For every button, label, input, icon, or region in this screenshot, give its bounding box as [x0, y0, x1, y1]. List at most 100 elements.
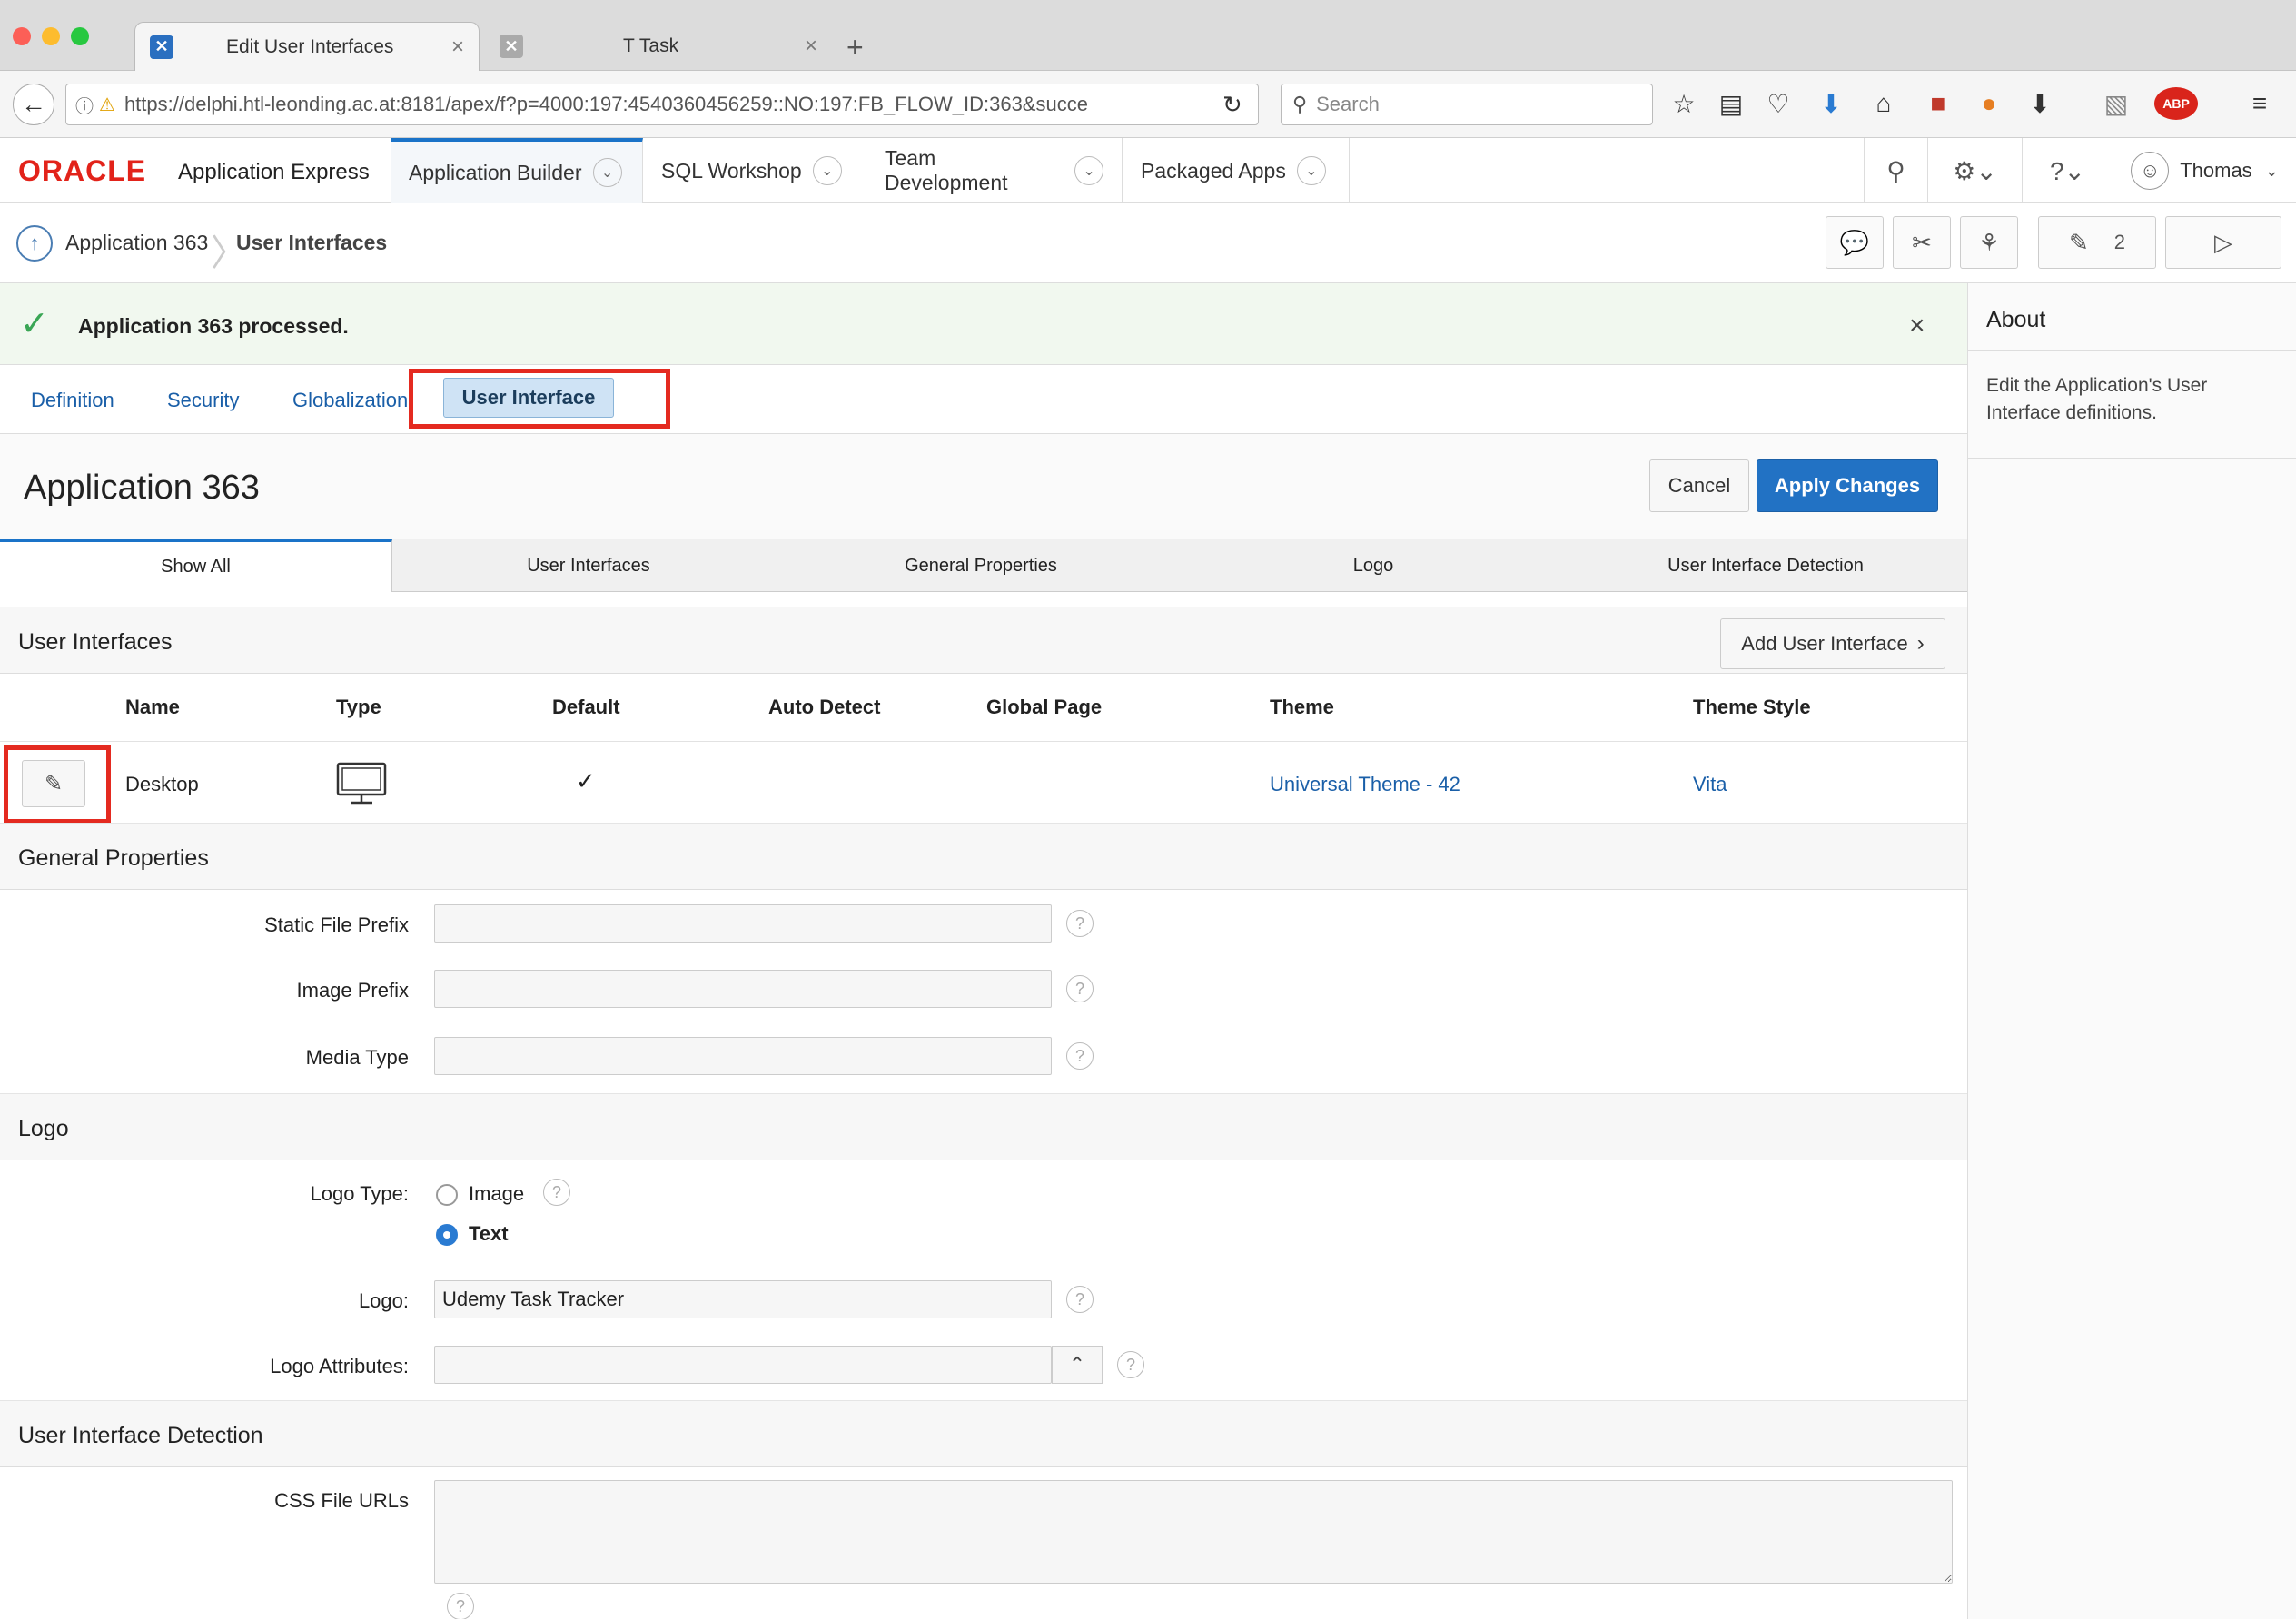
search-icon: ⚲: [1292, 93, 1308, 115]
minimize-window-button[interactable]: [42, 27, 60, 45]
tab-logo[interactable]: Logo: [1177, 539, 1569, 592]
edit-page-button[interactable]: ✎ 2: [2038, 216, 2156, 269]
column-header[interactable]: Theme Style: [1693, 696, 1811, 719]
oracle-logo[interactable]: ORACLE: [18, 154, 146, 188]
close-tab-icon[interactable]: ×: [805, 34, 817, 59]
help-icon[interactable]: ?⌄: [2022, 138, 2113, 203]
tab-show-all[interactable]: Show All: [0, 539, 392, 592]
help-icon[interactable]: ?: [1066, 910, 1094, 937]
edit-row-button[interactable]: ✎: [22, 760, 85, 807]
search-icon[interactable]: ⚲: [1864, 138, 1927, 203]
screenshot-extension-icon[interactable]: ▧: [2100, 87, 2133, 120]
help-icon[interactable]: ?: [1066, 1286, 1094, 1313]
browser-tab-t-task[interactable]: ✕ T Task ×: [490, 22, 826, 71]
static-file-prefix-input[interactable]: [434, 904, 1052, 943]
logo-attributes-input[interactable]: [434, 1346, 1052, 1384]
theme-link[interactable]: Universal Theme - 42: [1270, 773, 1460, 796]
color-extension-icon[interactable]: ●: [1973, 87, 2005, 120]
radio-text[interactable]: [436, 1224, 458, 1246]
chevron-down-icon[interactable]: ⌄: [812, 156, 842, 185]
help-icon[interactable]: ?: [447, 1593, 474, 1619]
column-header[interactable]: Theme: [1270, 696, 1334, 719]
logo-input[interactable]: [434, 1280, 1052, 1318]
zoom-window-button[interactable]: [71, 27, 89, 45]
run-page-button[interactable]: ▷: [2165, 216, 2281, 269]
expand-textarea-button[interactable]: ⌃: [1052, 1346, 1103, 1384]
css-file-urls-textarea[interactable]: [434, 1480, 1953, 1584]
general-properties-form: Static File Prefix ? Image Prefix ? Medi…: [0, 890, 1967, 1093]
radio-image-label[interactable]: Image: [469, 1182, 524, 1206]
reading-list-icon[interactable]: ▤: [1715, 87, 1747, 120]
user-menu[interactable]: ☺ Thomas ⌄: [2113, 138, 2296, 203]
hamburger-menu-icon[interactable]: ≡: [2243, 87, 2276, 120]
admin-icon[interactable]: ⚙⌄: [1927, 138, 2022, 203]
radio-text-label[interactable]: Text: [469, 1222, 509, 1246]
tab-label: SQL Workshop: [661, 158, 802, 183]
add-user-interface-button[interactable]: Add User Interface ›: [1720, 618, 1945, 669]
close-tab-icon[interactable]: ×: [451, 35, 464, 60]
utilities-button[interactable]: ✂: [1893, 216, 1951, 269]
tab-title: Edit User Interfaces: [226, 35, 394, 57]
feedback-button[interactable]: 💬: [1826, 216, 1884, 269]
column-header[interactable]: Global Page: [986, 696, 1102, 719]
close-window-button[interactable]: [13, 27, 31, 45]
arrow-up-icon[interactable]: ↑: [16, 225, 53, 262]
browser-search-input[interactable]: ⚲ Search: [1281, 84, 1653, 125]
tab-packaged-apps[interactable]: Packaged Apps ⌄: [1123, 138, 1350, 203]
image-prefix-input[interactable]: [434, 970, 1052, 1008]
breadcrumb-parent[interactable]: Application 363: [65, 231, 208, 255]
help-icon[interactable]: ?: [1066, 1042, 1094, 1070]
bookmark-star-icon[interactable]: ☆: [1668, 87, 1700, 120]
css-file-urls-label: CSS File URLs: [274, 1489, 409, 1512]
extension-icon[interactable]: ■: [1922, 87, 1955, 120]
search-placeholder: Search: [1316, 93, 1380, 115]
browser-tab-edit-user-interfaces[interactable]: ✕ Edit User Interfaces ×: [134, 22, 480, 71]
chevron-down-icon[interactable]: ⌄: [1296, 156, 1326, 185]
tab-application-builder[interactable]: Application Builder ⌄: [391, 138, 643, 203]
tab-general-properties[interactable]: General Properties: [785, 539, 1177, 592]
product-name[interactable]: Application Express: [178, 160, 370, 185]
tab-label: Team Development: [885, 146, 1008, 194]
column-header[interactable]: Type: [336, 696, 381, 719]
adblock-icon[interactable]: ABP: [2154, 87, 2198, 120]
shared-components-button[interactable]: ⚘: [1960, 216, 2018, 269]
subtab-definition[interactable]: Definition: [31, 389, 114, 412]
info-icon[interactable]: ⓘ: [75, 92, 94, 118]
tab-title: T Task: [623, 35, 679, 56]
subtab-globalization[interactable]: Globalization: [292, 389, 408, 412]
subtab-user-interface[interactable]: User Interface: [443, 378, 614, 418]
home-icon[interactable]: ⌂: [1867, 87, 1900, 120]
help-icon[interactable]: ?: [1066, 975, 1094, 1002]
new-tab-icon[interactable]: +: [846, 31, 864, 64]
cancel-button[interactable]: Cancel: [1649, 459, 1749, 512]
pocket-icon[interactable]: ♡: [1762, 87, 1795, 120]
tab-user-interface-detection[interactable]: User Interface Detection: [1569, 539, 1962, 592]
edit-icon: ✎: [2068, 228, 2089, 256]
chevron-down-icon[interactable]: ⌄: [592, 158, 622, 187]
url-bar[interactable]: ⓘ ⚠ https://delphi.htl-leonding.ac.at:81…: [65, 84, 1259, 125]
radio-image[interactable]: [436, 1184, 458, 1206]
pencil-icon: ✎: [44, 771, 64, 796]
tab-user-interfaces[interactable]: User Interfaces: [392, 539, 785, 592]
reload-icon[interactable]: ↻: [1222, 91, 1242, 119]
chevron-down-icon[interactable]: ⌄: [1074, 156, 1103, 185]
tab-sql-workshop[interactable]: SQL Workshop ⌄: [643, 138, 866, 203]
tab-team-development[interactable]: Team Development ⌄: [866, 138, 1123, 203]
about-sidebar: About Edit the Application's User Interf…: [1967, 283, 2296, 1619]
apply-changes-button[interactable]: Apply Changes: [1757, 459, 1938, 512]
download-icon[interactable]: ⬇: [1815, 87, 1847, 120]
theme-style-link[interactable]: Vita: [1693, 773, 1727, 796]
media-type-input[interactable]: [434, 1037, 1052, 1075]
ui-name: Desktop: [125, 773, 199, 795]
close-icon[interactable]: ×: [1909, 311, 1925, 341]
page-title: Application 363: [24, 469, 260, 507]
subtab-security[interactable]: Security: [167, 389, 239, 412]
help-icon[interactable]: ?: [1117, 1351, 1144, 1378]
apex-header: ORACLE Application Express Application B…: [0, 138, 2296, 203]
help-icon[interactable]: ?: [543, 1179, 570, 1206]
back-button[interactable]: ←: [13, 84, 54, 125]
column-header[interactable]: Name: [125, 696, 180, 719]
download-arrow-icon[interactable]: ⬇: [2024, 87, 2056, 120]
column-header[interactable]: Default: [552, 696, 620, 719]
column-header[interactable]: Auto Detect: [768, 696, 880, 719]
